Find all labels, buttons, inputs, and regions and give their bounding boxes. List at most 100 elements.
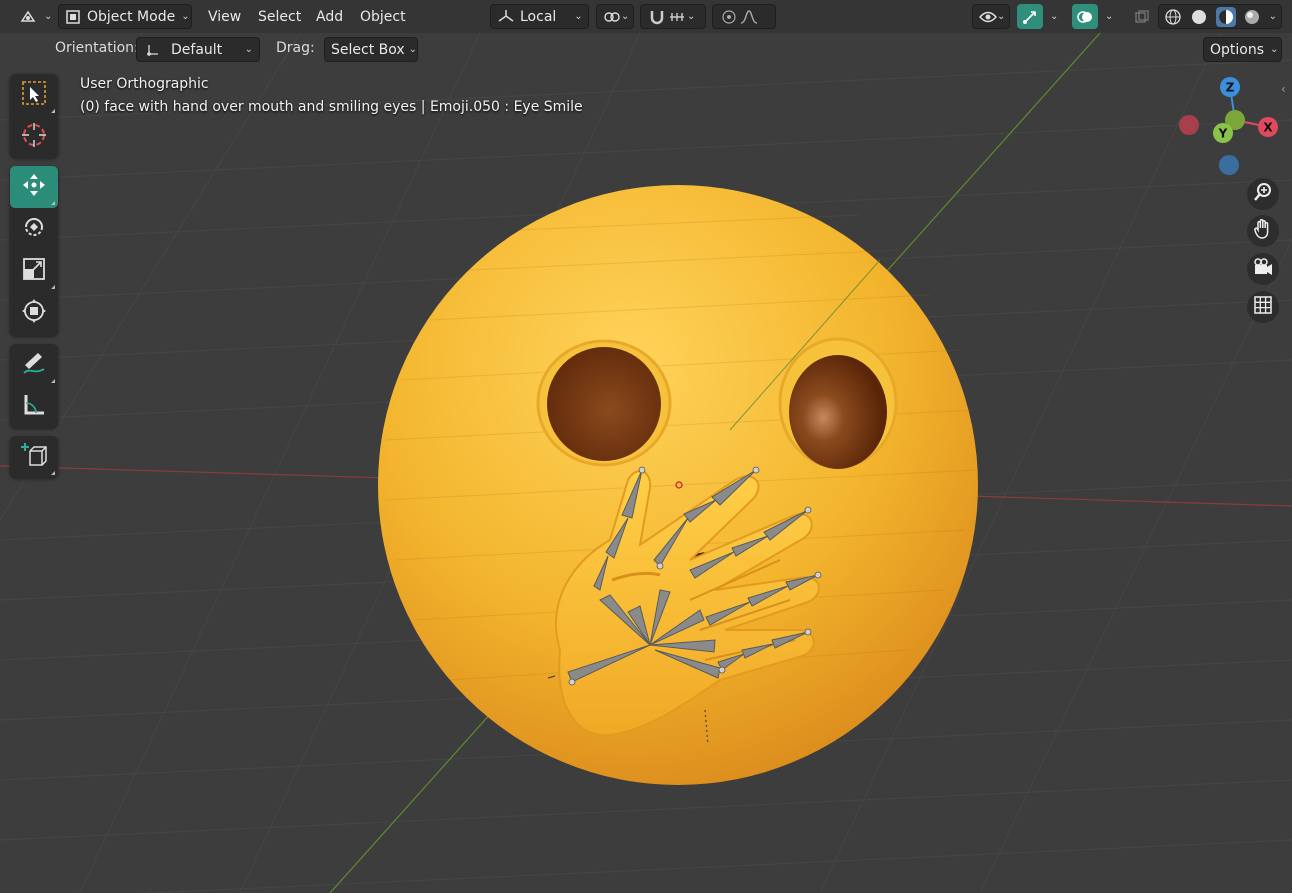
pivot-icon <box>603 7 621 27</box>
xray-toggle[interactable] <box>1128 4 1154 29</box>
shading-modes[interactable]: ⌄ <box>1158 4 1282 29</box>
overlays-dropdown[interactable]: ⌄ <box>1099 4 1119 29</box>
chevron-down-icon: ⌄ <box>1105 11 1114 22</box>
orientation-field-label: Orientation: <box>55 40 139 56</box>
orientation-value: Default <box>171 41 223 58</box>
pivot-point-button[interactable]: ⌄ <box>596 4 634 29</box>
navigation-gizmo[interactable]: Z X Y <box>1175 75 1285 185</box>
measure-icon <box>20 391 48 423</box>
editor-type-button[interactable]: ⌄ <box>12 4 58 29</box>
falloff-curve-icon[interactable] <box>739 7 759 27</box>
x-axis-label: X <box>1263 121 1273 135</box>
y-axis-label: Y <box>1218 127 1228 141</box>
proportional-edit-icon[interactable] <box>719 7 739 27</box>
left-eye <box>547 347 661 461</box>
magnet-icon[interactable] <box>647 7 667 27</box>
camera-view-button[interactable] <box>1247 253 1279 285</box>
tool-move[interactable] <box>10 166 58 208</box>
camera-icon <box>1252 256 1274 282</box>
cursor-icon <box>20 121 48 153</box>
tool-annotate[interactable] <box>10 344 58 386</box>
chevron-down-icon: ⌄ <box>574 11 583 22</box>
right-eye <box>789 355 887 469</box>
neg-x-axis-icon <box>1179 115 1199 135</box>
snapping-group[interactable]: ⌄ <box>640 4 706 29</box>
annotate-icon <box>20 349 48 381</box>
chevron-down-icon: ⌄ <box>1268 11 1277 22</box>
mode-label: Object Mode <box>87 8 176 25</box>
drag-dropdown[interactable]: Select Box ⌄ <box>324 37 418 62</box>
tool-add-cube[interactable] <box>10 436 58 478</box>
add-cube-icon <box>20 441 48 473</box>
move-icon <box>20 171 48 203</box>
rendered-shading-icon[interactable] <box>1242 7 1262 27</box>
3d-viewport[interactable] <box>0 0 1292 893</box>
viewport-scene <box>0 32 1292 893</box>
mode-selector[interactable]: Object Mode ⌄ <box>58 4 192 29</box>
chevron-down-icon: ⌄ <box>244 44 253 55</box>
snap-increment-icon[interactable] <box>667 7 687 27</box>
object-info: (0) face with hand over mouth and smilin… <box>80 99 583 115</box>
toolbar-group-add <box>10 436 58 478</box>
gizmo-dropdown[interactable]: ⌄ <box>1044 4 1064 29</box>
solid-shading-icon[interactable] <box>1189 7 1209 27</box>
pan-button[interactable] <box>1247 215 1279 247</box>
tool-rotate[interactable] <box>10 208 58 250</box>
tool-settings-bar: Orientation: Default ⌄ Drag: Select Box … <box>0 35 1292 63</box>
overlays-toggle[interactable] <box>1072 4 1098 29</box>
toolbar-group-select <box>10 74 58 158</box>
tool-select-box[interactable] <box>10 74 58 116</box>
chevron-down-icon: ⌄ <box>687 11 696 22</box>
chevron-down-icon: ⌄ <box>997 11 1006 22</box>
transform-icon <box>20 297 48 329</box>
scale-icon <box>20 255 48 287</box>
proportional-editing-group[interactable] <box>712 4 776 29</box>
viewport-header: ⌄ Object Mode ⌄ View Select Add Object L… <box>0 0 1292 33</box>
chevron-down-icon: ⌄ <box>181 11 190 22</box>
chevron-down-icon: ⌄ <box>1270 44 1279 55</box>
xray-icon <box>1134 7 1150 27</box>
visibility-button[interactable]: ⌄ <box>972 4 1010 29</box>
orientation-icon <box>497 7 515 27</box>
chevron-down-icon: ⌄ <box>621 11 630 22</box>
chevron-down-icon: ⌄ <box>408 44 418 55</box>
perspective-toggle-button[interactable] <box>1247 291 1279 323</box>
drag-value: Select Box <box>331 41 405 58</box>
transform-orientation-selector[interactable]: Local ⌄ <box>490 4 589 29</box>
gizmo-toggle[interactable] <box>1017 4 1043 29</box>
toolbar-group-transform <box>10 166 58 336</box>
overlays-icon <box>1075 7 1095 27</box>
tool-transform[interactable] <box>10 292 58 334</box>
options-dropdown[interactable]: Options ⌄ <box>1203 37 1282 62</box>
z-axis-label: Z <box>1226 81 1235 95</box>
gizmo-icon <box>1020 7 1040 27</box>
rotate-icon <box>20 213 48 245</box>
orientation-dropdown[interactable]: Default ⌄ <box>136 37 260 62</box>
eye-icon <box>979 7 997 27</box>
tool-scale[interactable] <box>10 250 58 292</box>
toolbar-group-annotate <box>10 344 58 428</box>
tool-measure[interactable] <box>10 386 58 428</box>
menu-select[interactable]: Select <box>252 4 307 29</box>
hand-icon <box>1252 218 1274 244</box>
menu-add[interactable]: Add <box>310 4 349 29</box>
material-preview-icon[interactable] <box>1215 6 1236 27</box>
grid-icon <box>1252 294 1274 320</box>
object-mode-icon <box>65 7 81 27</box>
editor-type-icon <box>18 7 38 27</box>
zoom-button[interactable] <box>1247 178 1279 210</box>
wireframe-shading-icon[interactable] <box>1163 7 1183 27</box>
chevron-down-icon: ⌄ <box>44 11 53 22</box>
chevron-down-icon: ⌄ <box>1050 11 1059 22</box>
options-label: Options <box>1210 41 1265 58</box>
zoom-icon <box>1252 181 1274 207</box>
neg-z-axis-icon <box>1219 155 1239 175</box>
orientation-label: Local <box>520 8 557 25</box>
menu-view[interactable]: View <box>202 4 247 29</box>
drag-field-label: Drag: <box>276 40 315 56</box>
tool-cursor[interactable] <box>10 116 58 158</box>
axis-orientation-icon <box>143 40 163 60</box>
view-name: User Orthographic <box>80 76 209 92</box>
select-box-icon <box>20 79 48 111</box>
menu-object[interactable]: Object <box>354 4 412 29</box>
